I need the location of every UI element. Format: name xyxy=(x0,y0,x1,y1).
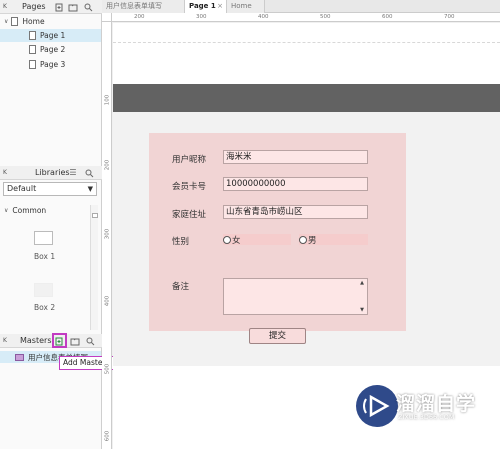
header-bar[interactable] xyxy=(113,84,500,112)
collapse-icon[interactable]: K xyxy=(3,3,7,10)
search-icon[interactable] xyxy=(85,336,95,346)
masters-title: Masters xyxy=(20,336,52,345)
box-1-widget[interactable] xyxy=(34,231,53,245)
watermark: 溜溜自学 ZIXUE.3D66.COM xyxy=(356,385,486,439)
radio-circle-icon[interactable] xyxy=(223,235,231,244)
ruler-label: 200 xyxy=(134,14,145,20)
tab-label: Page 1 xyxy=(189,2,216,10)
add-master-highlight xyxy=(52,333,67,348)
libraries-title: Libraries xyxy=(35,168,70,177)
nickname-input[interactable]: 海米米 xyxy=(223,150,368,164)
tab-label: 用户信息表单填写 xyxy=(106,2,162,10)
guide-line xyxy=(113,42,500,43)
ruler-label: 400 xyxy=(104,295,111,307)
tab-page-1[interactable]: Page 1 × xyxy=(185,0,227,13)
library-group-common[interactable]: ∨ Common xyxy=(4,204,46,217)
male-radio[interactable]: 男 xyxy=(299,234,368,246)
submit-button[interactable]: 提交 xyxy=(249,328,306,344)
nickname-label: 用户昵称 xyxy=(172,155,207,165)
add-folder-icon[interactable] xyxy=(68,2,78,12)
tree-item-label: Page 2 xyxy=(40,45,66,54)
box-2-widget[interactable] xyxy=(34,283,53,297)
tree-item-label: Page 1 xyxy=(40,31,66,40)
watermark-url: ZIXUE.3D66.COM xyxy=(398,413,455,421)
scroll-up-icon[interactable]: ▲ xyxy=(360,280,364,286)
pages-panel-header: K Pages xyxy=(0,0,102,14)
page-icon xyxy=(29,60,36,69)
ruler-label: 200 xyxy=(104,159,111,171)
tree-item-page-2[interactable]: Page 2 xyxy=(29,43,65,56)
address-input[interactable]: 山东省青岛市崂山区 xyxy=(223,205,368,219)
close-icon[interactable]: × xyxy=(217,0,223,13)
add-folder-icon[interactable] xyxy=(70,336,80,346)
ruler-label: 100 xyxy=(104,94,111,106)
tree-item-label: Home xyxy=(22,17,45,26)
page-icon xyxy=(29,45,36,54)
scroll-thumb[interactable] xyxy=(92,213,98,218)
menu-icon[interactable]: ☰ xyxy=(68,168,78,178)
pages-title: Pages xyxy=(22,2,46,11)
library-scrollbar[interactable] xyxy=(90,205,98,330)
search-icon[interactable] xyxy=(84,168,94,178)
tab-bar: 用户信息表单填写 Page 1 × Home xyxy=(102,0,500,13)
chevron-down-icon[interactable]: ∨ xyxy=(4,207,8,214)
page-icon xyxy=(29,31,36,40)
ruler-label: 400 xyxy=(258,14,269,20)
note-label: 备注 xyxy=(172,282,190,292)
female-label: 女 xyxy=(232,235,241,246)
tree-item-label: Page 3 xyxy=(40,60,66,69)
chevron-down-icon: ▼ xyxy=(87,185,93,193)
tab-user-form[interactable]: 用户信息表单填写 xyxy=(102,0,185,13)
library-select-value: Default xyxy=(7,184,37,193)
library-group-label: Common xyxy=(12,206,47,215)
card-number-label: 会员卡号 xyxy=(172,182,207,192)
box-1-label: Box 1 xyxy=(34,252,56,261)
ruler-corner xyxy=(102,13,112,22)
masters-panel-header: K Masters xyxy=(0,334,102,348)
ruler-label: 500 xyxy=(104,363,111,375)
ruler-label: 300 xyxy=(104,228,111,240)
chevron-down-icon[interactable]: ∨ xyxy=(4,18,8,25)
master-icon xyxy=(15,353,24,361)
scroll-down-icon[interactable]: ▼ xyxy=(360,307,364,313)
tab-label: Home xyxy=(231,2,252,10)
user-form[interactable]: 用户昵称 海米米 会员卡号 10000000000 家庭住址 山东省青岛市崂山区… xyxy=(149,133,406,344)
ruler-label: 600 xyxy=(104,430,111,442)
vertical-ruler: 100 200 300 400 500 600 xyxy=(102,22,112,449)
library-select[interactable]: Default ▼ xyxy=(3,182,97,196)
collapse-icon[interactable]: K xyxy=(3,337,7,344)
tree-item-page-1[interactable]: Page 1 xyxy=(0,29,101,42)
female-radio[interactable]: 女 xyxy=(223,234,291,246)
left-sidebar: K Pages ∨ Home Page 1 Page 2 Page 3 K Li… xyxy=(0,0,102,449)
tree-item-page-3[interactable]: Page 3 xyxy=(29,58,65,71)
collapse-icon[interactable]: K xyxy=(3,169,7,176)
box-2-label: Box 2 xyxy=(34,303,56,312)
gender-label: 性别 xyxy=(172,237,190,247)
page-icon xyxy=(11,17,19,26)
ruler-label: 300 xyxy=(196,14,207,20)
watermark-logo xyxy=(356,385,398,427)
watermark-title: 溜溜自学 xyxy=(396,393,477,415)
tree-item-home[interactable]: ∨ Home xyxy=(4,15,45,28)
tab-home[interactable]: Home xyxy=(227,0,265,13)
search-icon[interactable] xyxy=(83,2,93,12)
add-page-icon[interactable] xyxy=(54,2,64,12)
ruler-label: 700 xyxy=(444,14,455,20)
card-number-input[interactable]: 10000000000 xyxy=(223,177,368,191)
radio-circle-icon[interactable] xyxy=(299,235,307,244)
note-textarea[interactable]: ▲ ▼ xyxy=(223,278,368,315)
male-label: 男 xyxy=(308,235,317,246)
horizontal-ruler: 200 300 400 500 600 700 xyxy=(112,13,500,22)
libraries-panel-header: K Libraries ☰ xyxy=(0,166,102,180)
ruler-label: 500 xyxy=(320,14,331,20)
address-label: 家庭住址 xyxy=(172,210,207,220)
ruler-label: 600 xyxy=(382,14,393,20)
